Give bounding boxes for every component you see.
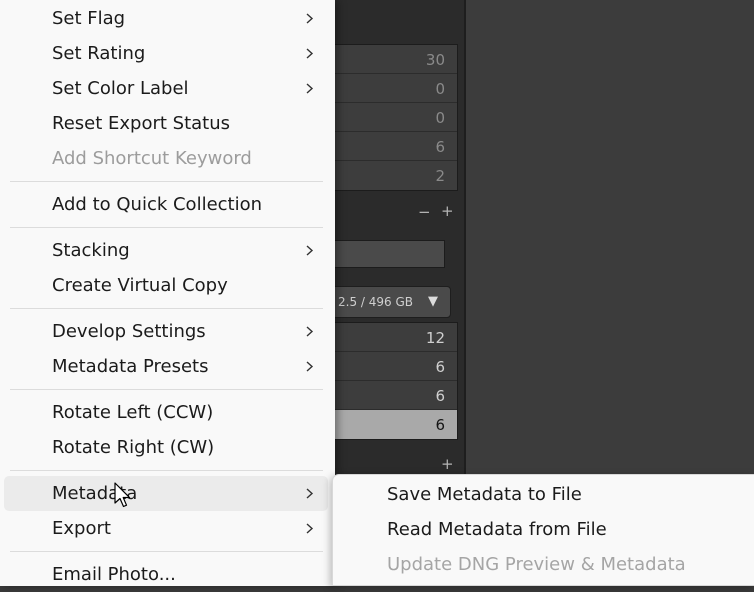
context-menu: Set Flag Set Rating Set Color Label Rese… [0, 0, 335, 586]
menu-separator [10, 470, 323, 471]
menu-item-metadata-presets[interactable]: Metadata Presets [4, 349, 328, 384]
menu-item-label: Add to Quick Collection [52, 194, 263, 215]
catalog-row[interactable]: 0 [331, 103, 457, 132]
menu-item-export[interactable]: Export [4, 511, 328, 546]
chevron-right-icon [306, 83, 314, 94]
menu-item-label: Stacking [52, 240, 130, 261]
menu-separator [10, 181, 323, 182]
menu-separator [10, 551, 323, 552]
menu-item-metadata[interactable]: Metadata [4, 476, 328, 511]
menu-item-label: Set Color Label [52, 78, 189, 99]
menu-item-label: Rotate Right (CW) [52, 437, 215, 458]
menu-item-develop-settings[interactable]: Develop Settings [4, 314, 328, 349]
menu-item-add-to-quick-collection[interactable]: Add to Quick Collection [4, 187, 328, 222]
menu-item-add-shortcut-keyword: Add Shortcut Keyword [4, 141, 328, 176]
folder-count: 6 [435, 416, 445, 434]
folder-row-selected[interactable]: 6 [331, 410, 457, 439]
menu-item-stacking[interactable]: Stacking [4, 233, 328, 268]
mouse-pointer-icon [114, 482, 131, 508]
volume-label: 2.5 / 496 GB [338, 295, 414, 309]
menu-item-label: Email Photo... [52, 564, 176, 585]
menu-item-label: Reset Export Status [52, 113, 231, 134]
dropdown-triangle-icon: ▼ [428, 294, 438, 309]
catalog-count: 2 [435, 167, 445, 185]
folders-list: 12 6 6 6 [330, 322, 458, 440]
volume-selector[interactable]: 2.5 / 496 GB ▼ [330, 286, 451, 318]
add-collection-button[interactable]: + [441, 455, 454, 473]
menu-item-label: Add Shortcut Keyword [52, 148, 252, 169]
menu-separator [10, 389, 323, 390]
menu-item-rotate-right[interactable]: Rotate Right (CW) [4, 430, 328, 465]
submenu-item-update-dng-preview: Update DNG Preview & Metadata [333, 547, 751, 582]
chevron-right-icon [306, 245, 314, 256]
menu-item-create-virtual-copy[interactable]: Create Virtual Copy [4, 268, 328, 303]
folder-search-field[interactable] [330, 240, 445, 268]
folder-count: 6 [435, 358, 445, 376]
menu-item-label: Export [52, 518, 111, 539]
submenu-item-label: Read Metadata from File [387, 519, 607, 540]
remove-folder-button[interactable]: − [418, 203, 431, 221]
menu-item-label: Set Rating [52, 43, 146, 64]
catalog-count: 0 [435, 80, 445, 98]
chevron-right-icon [306, 523, 314, 534]
catalog-counts-box: 30 0 0 6 2 [330, 44, 458, 191]
folder-row[interactable]: 6 [331, 352, 457, 381]
catalog-row[interactable]: 2 [331, 161, 457, 190]
catalog-row[interactable]: 30 [331, 45, 457, 74]
submenu-item-label: Update DNG Preview & Metadata [387, 554, 686, 575]
menu-item-label: Rotate Left (CCW) [52, 402, 214, 423]
menu-separator [10, 227, 323, 228]
submenu-item-save-metadata-to-file[interactable]: Save Metadata to File [333, 477, 751, 512]
metadata-submenu: Save Metadata to File Read Metadata from… [332, 474, 754, 586]
catalog-count: 0 [435, 109, 445, 127]
menu-item-email-photo[interactable]: Email Photo... [4, 557, 328, 592]
chevron-right-icon [306, 48, 314, 59]
folder-row[interactable]: 12 [331, 323, 457, 352]
catalog-count: 30 [425, 51, 445, 69]
catalog-row[interactable]: 0 [331, 74, 457, 103]
menu-separator [10, 308, 323, 309]
menu-item-set-flag[interactable]: Set Flag [4, 1, 328, 36]
folder-count: 6 [435, 387, 445, 405]
menu-item-label: Develop Settings [52, 321, 206, 342]
add-folder-button[interactable]: + [441, 202, 454, 220]
chevron-right-icon [306, 13, 314, 24]
folder-count: 12 [425, 329, 445, 347]
menu-item-label: Create Virtual Copy [52, 275, 228, 296]
folder-row[interactable]: 6 [331, 381, 457, 410]
menu-item-set-rating[interactable]: Set Rating [4, 36, 328, 71]
submenu-item-label: Save Metadata to File [387, 484, 582, 505]
menu-item-rotate-left[interactable]: Rotate Left (CCW) [4, 395, 328, 430]
menu-item-label: Metadata Presets [52, 356, 209, 377]
submenu-item-read-metadata-from-file[interactable]: Read Metadata from File [333, 512, 751, 547]
chevron-right-icon [306, 488, 314, 499]
catalog-row[interactable]: 6 [331, 132, 457, 161]
menu-item-reset-export-status[interactable]: Reset Export Status [4, 106, 328, 141]
catalog-count: 6 [435, 138, 445, 156]
chevron-right-icon [306, 361, 314, 372]
menu-item-set-color-label[interactable]: Set Color Label [4, 71, 328, 106]
chevron-right-icon [306, 326, 314, 337]
menu-item-label: Set Flag [52, 8, 126, 29]
